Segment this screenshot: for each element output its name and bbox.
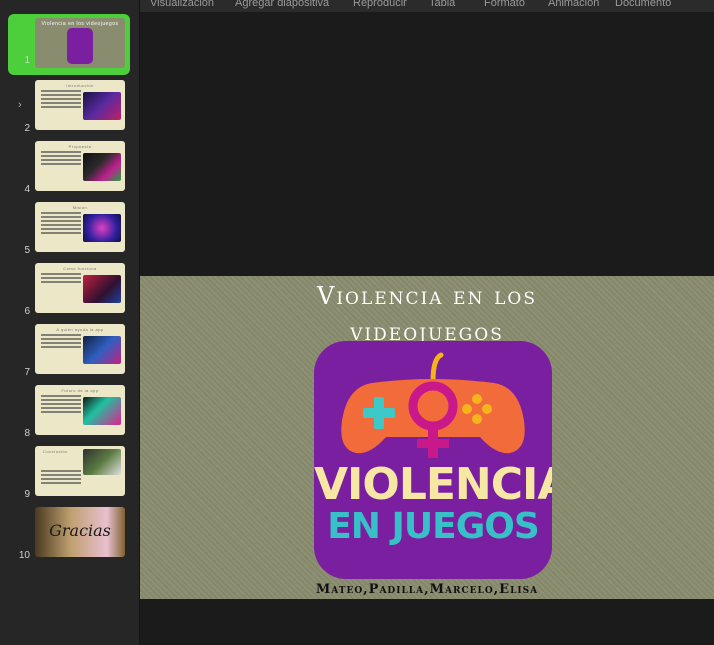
thumbnail-image <box>83 153 121 181</box>
thumbnail-title: Misión <box>72 205 88 210</box>
thumbnail-image <box>83 275 121 303</box>
current-slide[interactable]: Violencia en los videojuegos VIOLENCIA E… <box>140 276 714 599</box>
thumbnail-title: Introducción <box>66 83 94 88</box>
thumbnail-preview: Gracias <box>35 507 125 557</box>
slide-thumbnail-10[interactable]: Gracias 10 <box>0 507 139 561</box>
thumbnail-preview: Introducción <box>35 80 125 130</box>
slide-thumbnail-9[interactable]: Conclusión 9 <box>0 446 139 500</box>
thumbnail-preview: Propuesta <box>35 141 125 191</box>
slide-authors[interactable]: Mateo,Padilla,Marcelo,Elisa <box>140 582 714 597</box>
slide-thumbnail-6[interactable]: Como funciona 6 <box>0 263 139 317</box>
slide-navigator: › Violencia en los videojuegos 1 Introdu… <box>0 0 140 645</box>
thumbnail-title: Violencia en los videojuegos <box>41 21 119 27</box>
logo-text-violencia: VIOLENCIA <box>314 459 552 510</box>
thumbnail-image <box>83 214 121 242</box>
menu-tabla[interactable]: Tabla <box>429 0 455 9</box>
menu-animacion[interactable]: Animación <box>548 0 599 9</box>
slide-number: 4 <box>24 184 30 195</box>
logo-text-en-juegos: EN JUEGOS <box>327 506 540 547</box>
thumbnail-image <box>83 336 121 364</box>
slide-number: 5 <box>24 245 30 256</box>
menu-visualizacion[interactable]: Visualización <box>150 0 214 9</box>
thumbnail-title: Propuesta <box>68 144 92 149</box>
thumbnail-title: Como funciona <box>63 266 97 271</box>
slide-title[interactable]: Violencia en los videojuegos <box>140 278 714 350</box>
menu-agregar-diapositiva[interactable]: Agregar diapositiva <box>235 0 329 9</box>
thumbnail-preview: Conclusión <box>35 446 125 496</box>
slide-number: 6 <box>24 306 30 317</box>
slide-thumbnail-8[interactable]: Futuro de la app 8 <box>0 385 139 439</box>
thumbnail-image <box>83 92 121 120</box>
slide-number: 10 <box>18 550 30 561</box>
slide-number: 7 <box>24 367 30 378</box>
slide-thumbnail-7[interactable]: A quién ayuda la app 7 <box>0 324 139 378</box>
slide-number: 9 <box>24 489 30 500</box>
thumbnail-image <box>83 449 121 475</box>
logo-mini <box>67 28 93 64</box>
slide-thumbnail-1[interactable]: Violencia en los videojuegos 1 <box>0 18 139 72</box>
slide-number: 2 <box>24 123 30 134</box>
thumbnail-title: Gracias <box>49 521 111 540</box>
menu-formato[interactable]: Formato <box>484 0 525 9</box>
slide-thumbnail-4[interactable]: Propuesta 4 <box>0 141 139 195</box>
slide-thumbnail-2[interactable]: Introducción 2 <box>0 80 139 134</box>
thumbnail-preview: Como funciona <box>35 263 125 313</box>
thumbnail-image <box>83 397 121 425</box>
menu-reproducir[interactable]: Reproducir <box>353 0 407 9</box>
thumbnail-title: A quién ayuda la app <box>56 327 104 332</box>
thumbnail-preview: Violencia en los videojuegos <box>35 18 125 68</box>
toolbar: Visualización Agregar diapositiva Reprod… <box>140 0 714 12</box>
violencia-en-juegos-logo[interactable]: VIOLENCIA EN JUEGOS <box>314 341 552 579</box>
thumbnail-preview: A quién ayuda la app <box>35 324 125 374</box>
gamepad-venus-icon <box>341 352 525 458</box>
menu-documento[interactable]: Documento <box>615 0 671 9</box>
slide-number: 8 <box>24 428 30 439</box>
thumbnail-preview: Futuro de la app <box>35 385 125 435</box>
thumbnail-title: Futuro de la app <box>61 388 99 393</box>
title-line-1: Violencia en los <box>317 282 537 310</box>
slide-number: 1 <box>24 55 30 66</box>
thumbnail-preview: Misión <box>35 202 125 252</box>
slide-thumbnail-5[interactable]: Misión 5 <box>0 202 139 256</box>
